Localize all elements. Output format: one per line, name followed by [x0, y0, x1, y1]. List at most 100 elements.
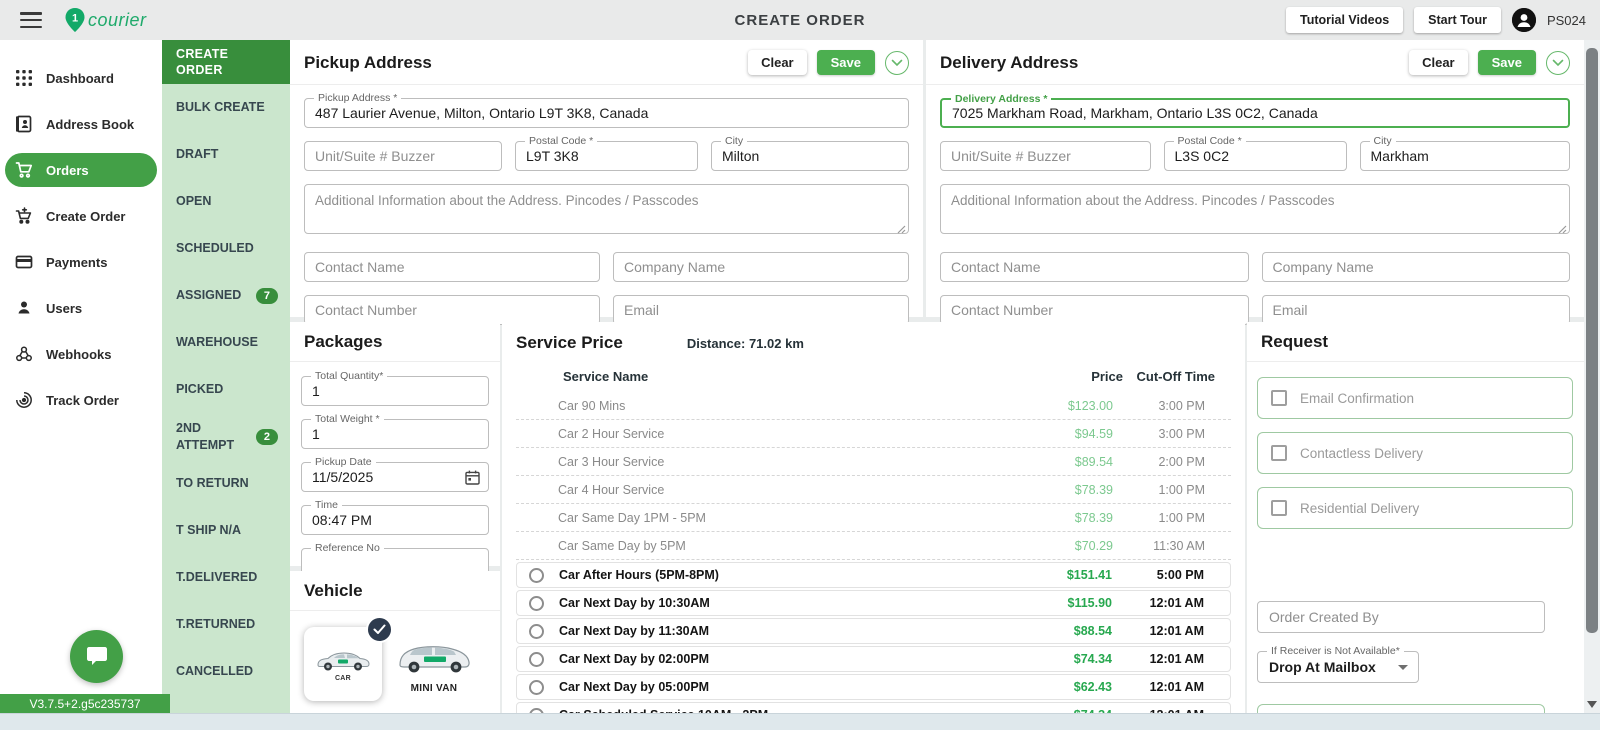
reference-no-input[interactable]	[302, 555, 488, 571]
receiver-not-available-select[interactable]: If Receiver is Not Available* Drop At Ma…	[1257, 651, 1419, 683]
radio-icon[interactable]	[529, 652, 544, 667]
vehicle-car-label: CAR	[335, 675, 351, 682]
request-checkbox-option[interactable]: Contactless Delivery	[1257, 432, 1573, 474]
delivery-company-name-input[interactable]	[1263, 259, 1570, 275]
order-status-label: T.DELIVERED	[176, 569, 278, 585]
sidebar-item-dashboard[interactable]: Dashboard	[5, 61, 157, 95]
request-checkbox-option[interactable]: Residential Delivery	[1257, 487, 1573, 529]
sidebar-item-webhooks[interactable]: Webhooks	[5, 337, 157, 371]
delivery-contact-number-input[interactable]	[941, 302, 1248, 318]
order-status-item[interactable]: T SHIP N/A	[162, 507, 290, 554]
delivery-expand-button[interactable]	[1546, 51, 1570, 75]
service-row[interactable]: Car Next Day by 05:00PM $62.43 12:01 AM	[516, 674, 1231, 700]
request-checkbox-option[interactable]: Email Confirmation	[1257, 377, 1573, 419]
pickup-save-button[interactable]: Save	[817, 50, 875, 75]
delivery-city-input[interactable]	[1361, 148, 1570, 164]
order-status-item[interactable]: OPEN	[162, 178, 290, 225]
delivery-email-input[interactable]	[1263, 302, 1570, 318]
vehicle-option-minivan[interactable]: MINI VAN	[394, 627, 474, 694]
order-status-item[interactable]: T.RETURNED	[162, 601, 290, 648]
service-row[interactable]: Car 90 Mins $123.00 3:00 PM	[516, 392, 1231, 420]
pickup-company-name-input[interactable]	[614, 259, 908, 275]
delivery-additional-info-textarea[interactable]	[940, 184, 1570, 234]
pickup-contact-name-input[interactable]	[305, 259, 599, 275]
pickup-address-label: Pickup Address *	[314, 92, 401, 104]
service-row[interactable]: Car Next Day by 11:30AM $88.54 12:01 AM	[516, 618, 1231, 644]
order-status-item[interactable]: BULK CREATE	[162, 84, 290, 131]
pickup-additional-info-textarea[interactable]	[304, 184, 909, 234]
service-name: Car 4 Hour Service	[558, 483, 1033, 497]
time-input[interactable]	[302, 512, 488, 528]
service-cutoff-time: 12:01 AM	[1112, 624, 1204, 638]
pickup-city-input[interactable]	[712, 148, 908, 164]
scrollbar-thumb[interactable]	[1586, 48, 1598, 633]
delivery-address-label: Delivery Address *	[951, 93, 1051, 105]
order-status-item[interactable]: WAREHOUSE	[162, 319, 290, 366]
order-created-by-input[interactable]	[1257, 601, 1545, 633]
pickup-contact-number-input[interactable]	[305, 302, 599, 318]
dropdown-caret-icon	[1398, 665, 1408, 670]
start-tour-button[interactable]: Start Tour	[1414, 7, 1501, 33]
service-row[interactable]: Car Same Day by 5PM $70.29 11:30 AM	[516, 532, 1231, 560]
sidebar-item-payments[interactable]: Payments	[5, 245, 157, 279]
checkbox-icon[interactable]	[1271, 390, 1287, 406]
delivery-save-button[interactable]: Save	[1478, 50, 1536, 75]
total-weight-input[interactable]	[302, 426, 488, 442]
delivery-address-input[interactable]	[942, 105, 1568, 121]
sidebar-item-users[interactable]: Users	[5, 291, 157, 325]
pickup-date-input[interactable]	[302, 469, 488, 485]
checkbox-icon[interactable]	[1271, 445, 1287, 461]
sidebar-item-track-order[interactable]: Track Order	[5, 383, 157, 417]
radio-icon[interactable]	[529, 568, 544, 583]
pickup-email-input[interactable]	[614, 302, 908, 318]
hamburger-menu-icon[interactable]	[20, 12, 42, 28]
order-status-item[interactable]: CANCELLED	[162, 648, 290, 695]
delivery-unit-input[interactable]	[941, 148, 1150, 164]
radio-icon[interactable]	[529, 680, 544, 695]
service-row[interactable]: Car 2 Hour Service $94.59 3:00 PM	[516, 420, 1231, 448]
order-status-item[interactable]: SCHEDULED	[162, 225, 290, 272]
radio-icon[interactable]	[529, 624, 544, 639]
checkbox-icon[interactable]	[1271, 500, 1287, 516]
service-row[interactable]: Car 3 Hour Service $89.54 2:00 PM	[516, 448, 1231, 476]
cart-icon	[15, 161, 33, 179]
order-status-item[interactable]: ASSIGNED 7	[162, 272, 290, 319]
tutorial-videos-button[interactable]: Tutorial Videos	[1286, 7, 1403, 33]
sidebar-item-orders[interactable]: Orders	[5, 153, 157, 187]
sidebar-item-create-order[interactable]: Create Order	[5, 199, 157, 233]
pickup-clear-button[interactable]: Clear	[748, 50, 807, 75]
order-status-item[interactable]: PICKED	[162, 366, 290, 413]
horizontal-scrollbar[interactable]	[0, 713, 1600, 730]
service-row[interactable]: Car Same Day 1PM - 5PM $78.39 1:00 PM	[516, 504, 1231, 532]
avatar[interactable]	[1512, 8, 1536, 32]
service-row[interactable]: Car After Hours (5PM-8PM) $151.41 5:00 P…	[516, 562, 1231, 588]
order-status-item[interactable]: TO RETURN	[162, 460, 290, 507]
total-quantity-input[interactable]	[302, 383, 488, 399]
order-status-item[interactable]: CREATE ORDER	[162, 40, 290, 84]
delivery-postal-input[interactable]	[1165, 148, 1346, 164]
resize-grip-icon[interactable]	[1558, 225, 1567, 234]
pickup-unit-input[interactable]	[305, 148, 501, 164]
order-status-item[interactable]: DRAFT	[162, 131, 290, 178]
vertical-scrollbar[interactable]	[1584, 40, 1600, 713]
credit-card-icon	[15, 253, 33, 271]
scroll-down-arrow-icon[interactable]	[1587, 701, 1597, 708]
pickup-expand-button[interactable]	[885, 51, 909, 75]
delivery-clear-button[interactable]: Clear	[1409, 50, 1468, 75]
pickup-address-input[interactable]	[305, 105, 908, 121]
service-cutoff-time: 12:01 AM	[1112, 680, 1204, 694]
delivery-contact-name-input[interactable]	[941, 259, 1248, 275]
resize-grip-icon[interactable]	[897, 225, 906, 234]
order-status-item[interactable]: T.DELIVERED	[162, 554, 290, 601]
service-row[interactable]: Car Next Day by 10:30AM $115.90 12:01 AM	[516, 590, 1231, 616]
chat-bubble-icon[interactable]	[70, 630, 123, 683]
radio-icon[interactable]	[529, 596, 544, 611]
sidebar-item-address-book[interactable]: Address Book	[5, 107, 157, 141]
service-row[interactable]: Car Next Day by 02:00PM $74.34 12:01 AM	[516, 646, 1231, 672]
order-status-item[interactable]: 2ND ATTEMPT 2	[162, 413, 290, 460]
order-status-label: ASSIGNED	[176, 287, 252, 303]
calendar-icon[interactable]	[464, 469, 481, 486]
vehicle-option-car[interactable]: CAR	[304, 627, 382, 701]
pickup-postal-input[interactable]	[516, 148, 697, 164]
service-row[interactable]: Car 4 Hour Service $78.39 1:00 PM	[516, 476, 1231, 504]
